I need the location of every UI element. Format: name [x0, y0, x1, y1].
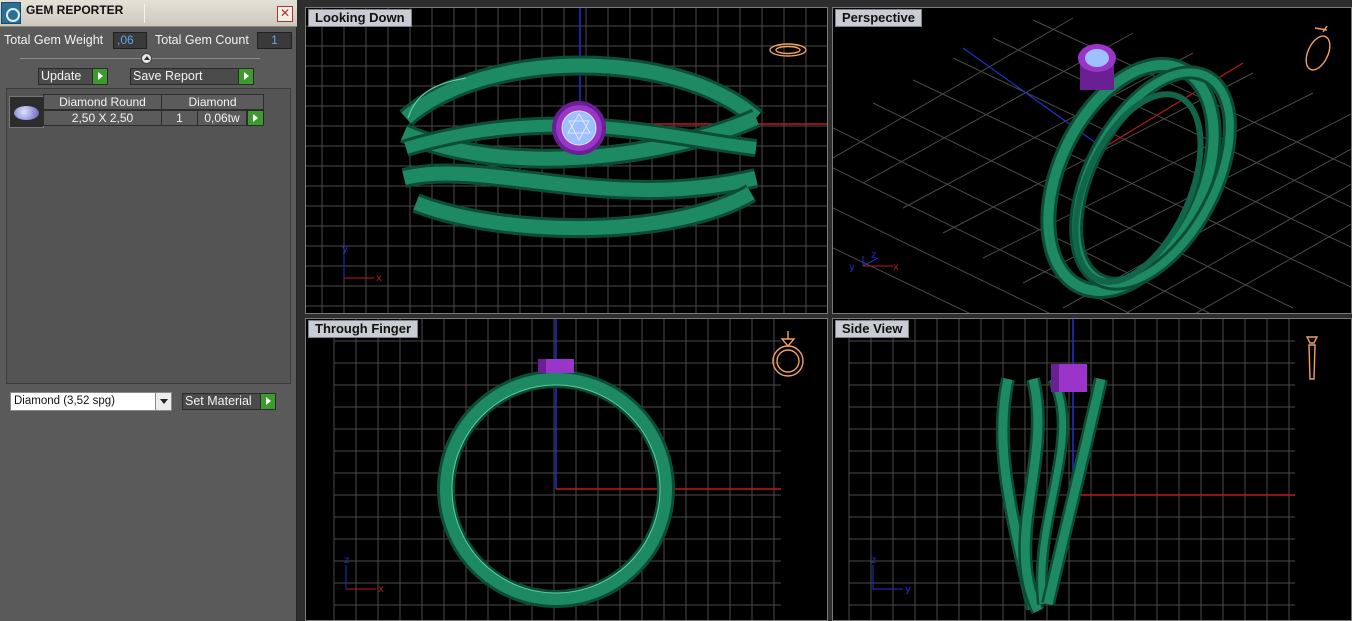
gem-reporter-panel: GEM REPORTER ✕ Total Gem Weight ,06 Tota…	[0, 0, 297, 621]
total-gem-weight-label: Total Gem Weight	[4, 33, 104, 47]
set-material-button-label: Set Material	[185, 394, 252, 408]
ring-view-icon	[1305, 336, 1319, 380]
gem-list: Diamond Round Diamond 2,50 X 2,50 1 0,06…	[6, 88, 291, 384]
play-arrow-icon	[92, 69, 107, 84]
axis-label-z: z	[344, 555, 349, 566]
looking-down-scene: y x	[306, 8, 827, 313]
set-material-button[interactable]: Set Material	[182, 393, 276, 410]
gem-weight-cell[interactable]: 0,06tw	[197, 110, 247, 126]
through-finger-scene: z x	[333, 319, 804, 620]
total-gem-weight-field[interactable]: ,06	[113, 32, 147, 49]
close-button[interactable]: ✕	[277, 6, 293, 22]
side-view-scene: z y	[848, 319, 1319, 620]
viewport-perspective[interactable]: y z x Perspective	[832, 7, 1352, 314]
viewport-looking-down[interactable]: y x Looking Down	[305, 7, 828, 314]
ring-view-icon	[769, 43, 807, 57]
gem-row-go-button[interactable]	[247, 110, 264, 126]
viewport-label: Perspective	[835, 9, 922, 27]
panel-title-bar: GEM REPORTER ✕	[0, 0, 297, 27]
viewport-side-view[interactable]: z y Side View	[832, 318, 1352, 621]
total-gem-count-label: Total Gem Count	[155, 33, 249, 47]
viewport-label: Side View	[835, 320, 910, 338]
gem-count-cell[interactable]: 1	[161, 110, 198, 126]
play-arrow-icon	[260, 394, 275, 409]
chevron-down-icon[interactable]	[155, 393, 171, 410]
material-select-value: Diamond (3,52 spg)	[14, 395, 115, 407]
gem-size-cell[interactable]: 2,50 X 2,50	[43, 110, 162, 126]
axis-label-y: y	[342, 244, 348, 255]
axis-label-x: x	[376, 273, 382, 284]
viewport-label: Looking Down	[308, 9, 412, 27]
gem-name-cell[interactable]: Diamond Round	[43, 94, 162, 110]
save-report-button[interactable]: Save Report	[130, 68, 254, 85]
ring-view-icon	[1305, 25, 1331, 71]
axis-gizmo	[872, 565, 903, 590]
play-arrow-icon	[238, 69, 253, 84]
axis-label-y: y	[849, 262, 855, 273]
viewport-through-finger[interactable]: z x Through Finger	[305, 318, 828, 621]
axis-label-z: z	[871, 250, 876, 261]
viewport-label: Through Finger	[308, 320, 419, 338]
slider-knob[interactable]	[141, 53, 152, 64]
ring-band	[1040, 57, 1237, 299]
update-button[interactable]: Update	[38, 68, 108, 85]
update-button-label: Update	[41, 69, 82, 83]
slider-track[interactable]	[20, 58, 260, 59]
app-window: GEM REPORTER ✕ Total Gem Weight ,06 Tota…	[0, 0, 1352, 621]
perspective-scene: y z x	[833, 17, 1351, 313]
gem-reporter-icon	[1, 2, 21, 24]
gem-stone	[1085, 49, 1109, 67]
axis-gizmo	[345, 565, 376, 590]
axis-label-z: z	[871, 555, 876, 566]
title-divider	[144, 4, 145, 23]
total-gem-count-field[interactable]: 1	[257, 32, 292, 49]
axis-label-x: x	[893, 262, 899, 273]
axis-label-y: y	[905, 584, 911, 595]
gem-material-cell[interactable]: Diamond	[161, 94, 264, 110]
material-select[interactable]: Diamond (3,52 spg)	[10, 392, 172, 411]
axis-label-x: x	[378, 584, 384, 595]
play-arrow-icon	[248, 111, 263, 125]
panel-title: GEM REPORTER	[26, 3, 124, 17]
ring-view-icon	[772, 331, 804, 377]
diamond-round-thumbnail[interactable]	[9, 96, 44, 128]
save-report-button-label: Save Report	[133, 69, 203, 83]
